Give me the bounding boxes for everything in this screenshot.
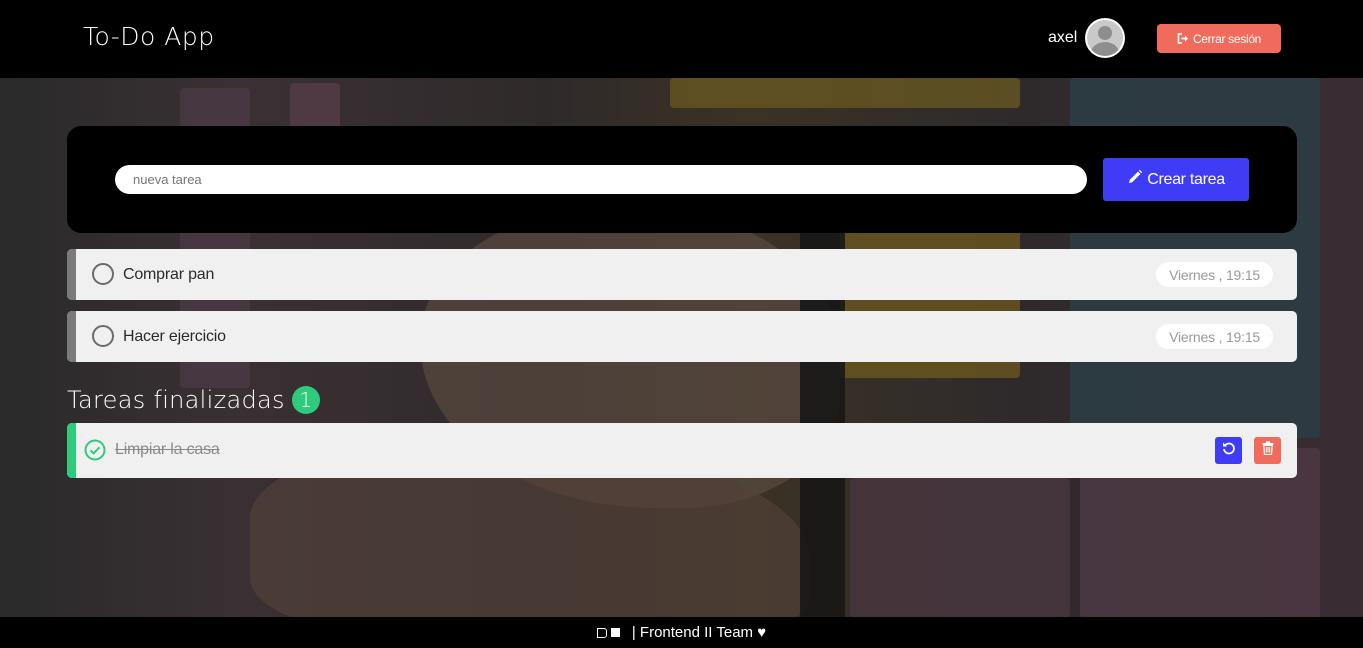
top-header: To-Do App axel Cerrar sesión xyxy=(0,0,1363,78)
new-task-form: Crear tarea xyxy=(67,126,1297,233)
task-date: Viernes , 19:15 xyxy=(1156,324,1273,349)
app-glyph-icon xyxy=(596,627,620,638)
new-task-input[interactable] xyxy=(115,165,1087,194)
avatar[interactable] xyxy=(1085,18,1125,58)
user-icon xyxy=(1087,20,1123,56)
delete-task-button[interactable] xyxy=(1254,437,1281,464)
complete-task-toggle[interactable] xyxy=(92,263,114,285)
footer: | Frontend II Team ♥ xyxy=(0,617,1363,648)
pending-task-item: Hacer ejercicio Viernes , 19:15 xyxy=(67,311,1297,362)
trash-icon xyxy=(1262,441,1274,460)
completed-count-badge: 1 xyxy=(291,386,320,414)
completed-title-text: Tareas finalizadas xyxy=(67,386,285,414)
complete-task-toggle[interactable] xyxy=(92,325,114,347)
task-date: Viernes , 19:15 xyxy=(1156,262,1273,287)
check-circle-icon xyxy=(84,439,106,461)
task-label: Limpiar la casa xyxy=(115,441,220,458)
logout-button[interactable]: Cerrar sesión xyxy=(1157,24,1281,53)
task-label: Comprar pan xyxy=(123,266,215,283)
pending-task-item: Comprar pan Viernes , 19:15 xyxy=(67,249,1297,300)
logout-label: Cerrar sesión xyxy=(1192,31,1262,46)
completed-task-item: Limpiar la casa xyxy=(67,423,1297,478)
footer-text: | Frontend II Team ♥ xyxy=(631,624,767,641)
completed-section-title: Tareas finalizadas 1 xyxy=(67,386,320,414)
create-task-label: Crear tarea xyxy=(1147,170,1225,188)
sign-out-icon xyxy=(1177,33,1190,44)
task-label: Hacer ejercicio xyxy=(123,328,226,345)
restore-task-button[interactable] xyxy=(1215,437,1242,464)
create-task-button[interactable]: Crear tarea xyxy=(1103,158,1249,201)
pencil-icon xyxy=(1127,169,1143,190)
app-title: To-Do App xyxy=(83,22,215,51)
user-name: axel xyxy=(1048,29,1078,46)
undo-icon xyxy=(1222,441,1236,460)
